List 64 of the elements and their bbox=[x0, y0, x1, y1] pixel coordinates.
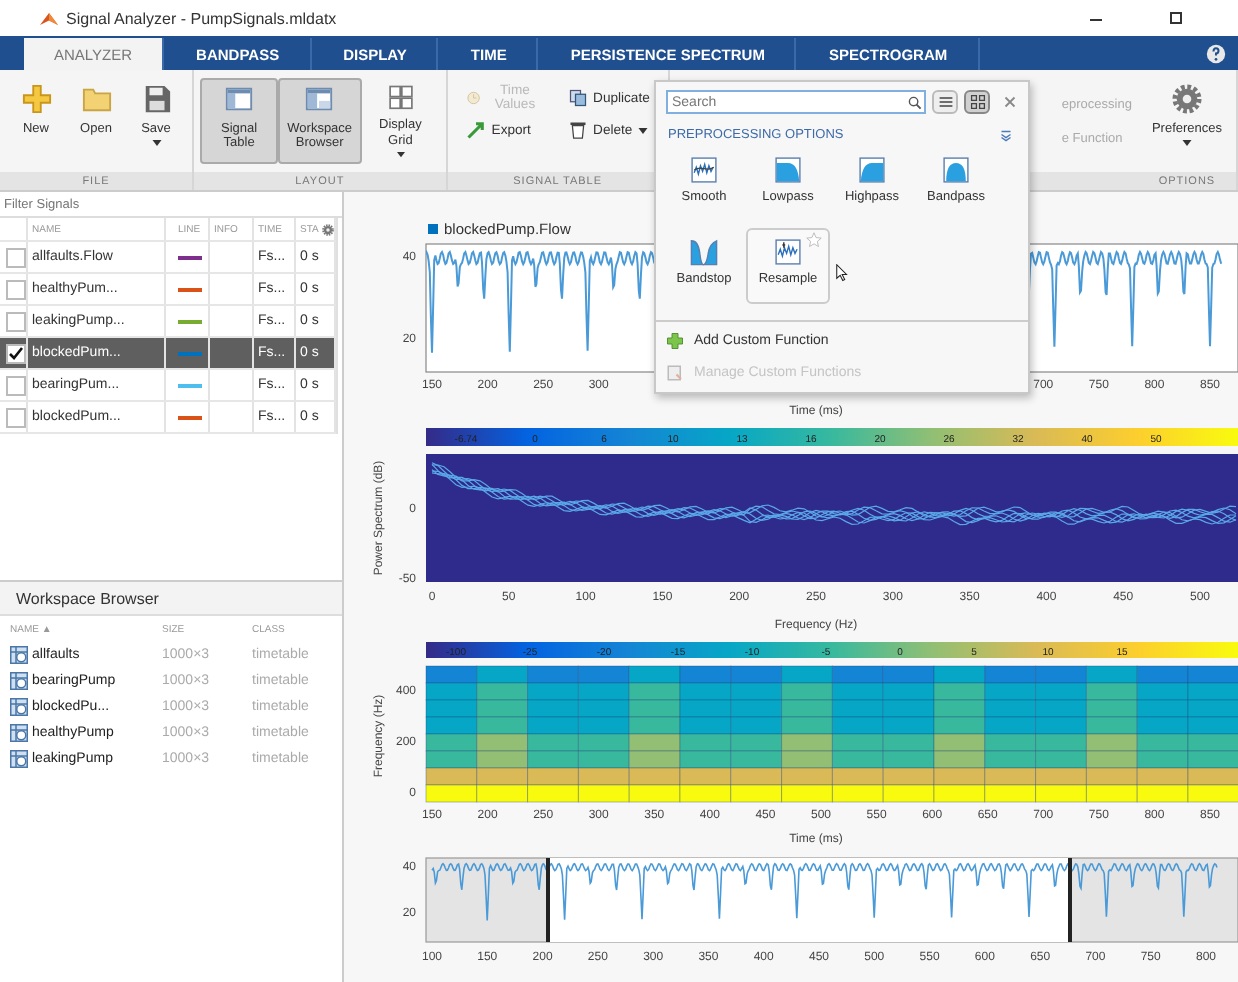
checkbox[interactable] bbox=[5, 311, 25, 331]
heatmap-cell bbox=[679, 784, 732, 803]
timetable-icon bbox=[10, 672, 28, 690]
heatmap-cell bbox=[933, 784, 986, 803]
heatmap-cell bbox=[1035, 784, 1087, 803]
heatmap-cell bbox=[730, 784, 783, 803]
cursor-icon bbox=[836, 264, 848, 282]
help-icon[interactable] bbox=[1206, 44, 1226, 64]
plus-icon bbox=[21, 84, 51, 114]
heatmap-cell bbox=[831, 784, 884, 803]
highpass-filter-icon bbox=[858, 156, 886, 184]
close-icon[interactable] bbox=[1004, 96, 1016, 108]
heatmap-cell bbox=[1136, 784, 1189, 803]
search-icon bbox=[908, 95, 922, 109]
heatmap-cell bbox=[1085, 784, 1138, 803]
list-icon bbox=[937, 94, 953, 110]
heatmap-cell bbox=[425, 784, 478, 803]
grid-icon bbox=[385, 84, 416, 111]
folder-icon bbox=[81, 84, 111, 114]
range-handle[interactable] bbox=[1068, 858, 1072, 942]
checkbox[interactable] bbox=[5, 343, 25, 363]
checkbox[interactable] bbox=[5, 407, 25, 427]
layout-icon bbox=[304, 84, 335, 114]
trash-icon bbox=[567, 120, 588, 140]
timetable-icon bbox=[10, 750, 28, 768]
panner-plot[interactable] bbox=[425, 857, 1238, 943]
checkbox[interactable] bbox=[5, 375, 25, 395]
layout-icon bbox=[224, 84, 255, 114]
collapse-icon[interactable] bbox=[1000, 129, 1012, 141]
copy-icon bbox=[567, 88, 588, 108]
checkbox[interactable] bbox=[5, 247, 25, 267]
grid-icon bbox=[969, 94, 985, 110]
bandpass-filter-icon bbox=[942, 156, 970, 184]
smooth-filter-icon bbox=[690, 156, 718, 184]
timetable-icon bbox=[10, 724, 28, 742]
panel-title: Workspace Browser bbox=[0, 582, 342, 616]
resample-icon bbox=[774, 238, 802, 266]
maximize-icon[interactable] bbox=[1166, 8, 1186, 28]
bandstop-filter-icon bbox=[690, 238, 718, 266]
timetable-icon bbox=[10, 698, 28, 716]
heatmap-cell bbox=[476, 784, 529, 803]
clock-icon bbox=[465, 88, 481, 108]
arrow-icon bbox=[465, 120, 486, 140]
heatmap-cell bbox=[781, 784, 833, 803]
grid-view-button[interactable] bbox=[964, 90, 990, 114]
window-title: Signal Analyzer - PumpSignals.mldatx bbox=[66, 9, 337, 27]
star-icon[interactable] bbox=[806, 232, 822, 248]
function-icon bbox=[666, 364, 684, 382]
heatmap-cell bbox=[882, 784, 935, 803]
checkbox[interactable] bbox=[5, 279, 25, 299]
heatmap-cell bbox=[527, 784, 579, 803]
plus-icon bbox=[666, 332, 684, 350]
heatmap-cell bbox=[1187, 784, 1238, 803]
settings-icon[interactable] bbox=[322, 223, 334, 235]
settings-icon bbox=[1171, 84, 1202, 114]
heatmap-cell bbox=[984, 784, 1037, 803]
logo-icon bbox=[40, 9, 58, 27]
list-view-button[interactable] bbox=[932, 90, 958, 114]
legend-swatch bbox=[428, 224, 438, 234]
lowpass-filter-icon bbox=[774, 156, 802, 184]
timetable-icon bbox=[10, 646, 28, 664]
heatmap-cell bbox=[577, 784, 630, 803]
heatmap-cell bbox=[628, 784, 681, 803]
range-handle[interactable] bbox=[546, 858, 550, 942]
